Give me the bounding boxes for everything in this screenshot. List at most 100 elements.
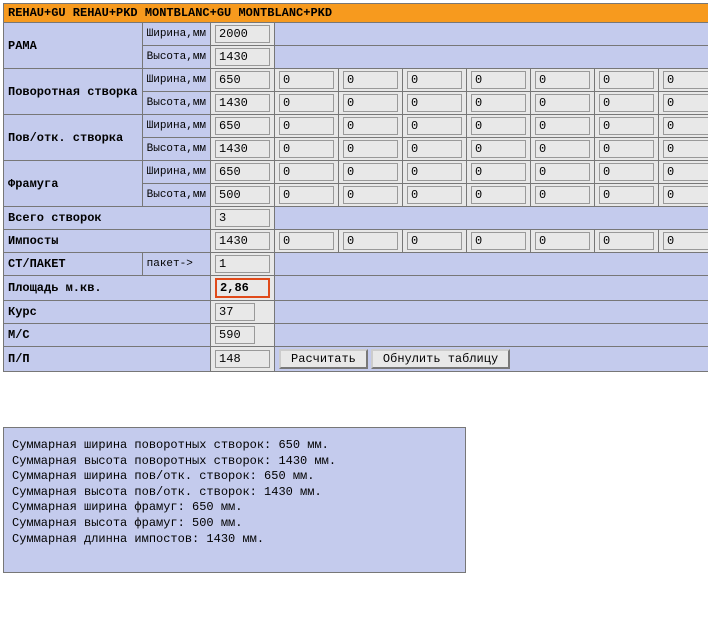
povorot-w-1[interactable] (279, 71, 334, 89)
filler (275, 23, 708, 46)
label-rama-height: Высота,мм (142, 46, 210, 69)
label-framuga: Фрамуга (4, 161, 143, 207)
povorot-w-2[interactable] (343, 71, 398, 89)
povorot-w-4[interactable] (471, 71, 526, 89)
filler (275, 46, 708, 69)
stpaket-input[interactable] (215, 255, 270, 273)
povorot-h-4[interactable] (471, 94, 526, 112)
povotk-h-4[interactable] (471, 140, 526, 158)
povotk-w-0[interactable] (215, 117, 270, 135)
summary-line: Суммарная длинна импостов: 1430 мм. (12, 532, 457, 548)
label-framuga-width: Ширина,мм (142, 161, 210, 184)
label-rama-width: Ширина,мм (142, 23, 210, 46)
framuga-w-7[interactable] (663, 163, 708, 181)
povotk-h-0[interactable] (215, 140, 270, 158)
pp-input[interactable] (215, 350, 270, 368)
povotk-w-7[interactable] (663, 117, 708, 135)
povotk-w-4[interactable] (471, 117, 526, 135)
framuga-h-7[interactable] (663, 186, 708, 204)
ms-input[interactable] (215, 326, 255, 344)
povotk-h-3[interactable] (407, 140, 462, 158)
povotk-h-1[interactable] (279, 140, 334, 158)
framuga-h-2[interactable] (343, 186, 398, 204)
label-povorot-width: Ширина,мм (142, 69, 210, 92)
kurs-input[interactable] (215, 303, 255, 321)
povorot-h-2[interactable] (343, 94, 398, 112)
summary-line: Суммарная ширина поворотных створок: 650… (12, 438, 457, 454)
imposty-2[interactable] (343, 232, 398, 250)
povorot-h-6[interactable] (599, 94, 654, 112)
povorot-h-3[interactable] (407, 94, 462, 112)
label-total-stvorok: Всего створок (4, 207, 211, 230)
rama-width-input[interactable] (215, 25, 270, 43)
povotk-w-2[interactable] (343, 117, 398, 135)
povotk-w-1[interactable] (279, 117, 334, 135)
filler (275, 301, 708, 324)
summary-line: Суммарная высота фрамуг: 500 мм. (12, 516, 457, 532)
povorot-w-6[interactable] (599, 71, 654, 89)
filler (275, 207, 708, 230)
povotk-h-2[interactable] (343, 140, 398, 158)
imposty-4[interactable] (471, 232, 526, 250)
povotk-h-5[interactable] (535, 140, 590, 158)
label-imposty: Импосты (4, 230, 211, 253)
button-row: Расчитать Обнулить таблицу (275, 347, 708, 372)
framuga-h-6[interactable] (599, 186, 654, 204)
framuga-w-0[interactable] (215, 163, 270, 181)
povorot-w-7[interactable] (663, 71, 708, 89)
povorot-w-5[interactable] (535, 71, 590, 89)
framuga-h-4[interactable] (471, 186, 526, 204)
label-pp: П/П (4, 347, 211, 372)
povotk-w-5[interactable] (535, 117, 590, 135)
ploshad-input[interactable] (215, 278, 270, 298)
imposty-0[interactable] (215, 232, 270, 250)
imposty-6[interactable] (599, 232, 654, 250)
povotk-h-6[interactable] (599, 140, 654, 158)
framuga-h-3[interactable] (407, 186, 462, 204)
framuga-w-5[interactable] (535, 163, 590, 181)
framuga-w-1[interactable] (279, 163, 334, 181)
imposty-5[interactable] (535, 232, 590, 250)
povorot-h-7[interactable] (663, 94, 708, 112)
povotk-w-3[interactable] (407, 117, 462, 135)
imposty-3[interactable] (407, 232, 462, 250)
povorot-h-0[interactable] (215, 94, 270, 112)
calculator-table: REHAU+GU REHAU+PKD MONTBLANC+GU MONTBLAN… (3, 3, 708, 372)
framuga-h-0[interactable] (215, 186, 270, 204)
framuga-w-3[interactable] (407, 163, 462, 181)
rama-height-input[interactable] (215, 48, 270, 66)
label-povotk-width: Ширина,мм (142, 115, 210, 138)
povotk-h-7[interactable] (663, 140, 708, 158)
filler (275, 253, 708, 276)
povorot-w-0[interactable] (215, 71, 270, 89)
header-tabs: REHAU+GU REHAU+PKD MONTBLANC+GU MONTBLAN… (4, 4, 708, 23)
imposty-1[interactable] (279, 232, 334, 250)
summary-line: Суммарная ширина пов/отк. створок: 650 м… (12, 469, 457, 485)
summary-box: Суммарная ширина поворотных створок: 650… (3, 427, 466, 573)
povotk-w-6[interactable] (599, 117, 654, 135)
total-stvorok-input[interactable] (215, 209, 270, 227)
reset-button[interactable]: Обнулить таблицу (371, 349, 510, 369)
framuga-w-2[interactable] (343, 163, 398, 181)
filler (275, 324, 708, 347)
summary-line: Суммарная высота поворотных створок: 143… (12, 454, 457, 470)
summary-line: Суммарная высота пов/отк. створок: 1430 … (12, 485, 457, 501)
filler (275, 276, 708, 301)
povorot-h-1[interactable] (279, 94, 334, 112)
label-ploshad: Площадь м.кв. (4, 276, 211, 301)
label-stpaket: СТ/ПАКЕТ (4, 253, 143, 276)
framuga-w-4[interactable] (471, 163, 526, 181)
label-framuga-height: Высота,мм (142, 184, 210, 207)
framuga-h-5[interactable] (535, 186, 590, 204)
label-povotk: Пов/отк. створка (4, 115, 143, 161)
label-ms: М/С (4, 324, 211, 347)
calculate-button[interactable]: Расчитать (279, 349, 368, 369)
framuga-h-1[interactable] (279, 186, 334, 204)
label-povorot-height: Высота,мм (142, 92, 210, 115)
povorot-h-5[interactable] (535, 94, 590, 112)
povorot-w-3[interactable] (407, 71, 462, 89)
label-kurs: Курс (4, 301, 211, 324)
label-povorot: Поворотная створка (4, 69, 143, 115)
imposty-7[interactable] (663, 232, 708, 250)
framuga-w-6[interactable] (599, 163, 654, 181)
